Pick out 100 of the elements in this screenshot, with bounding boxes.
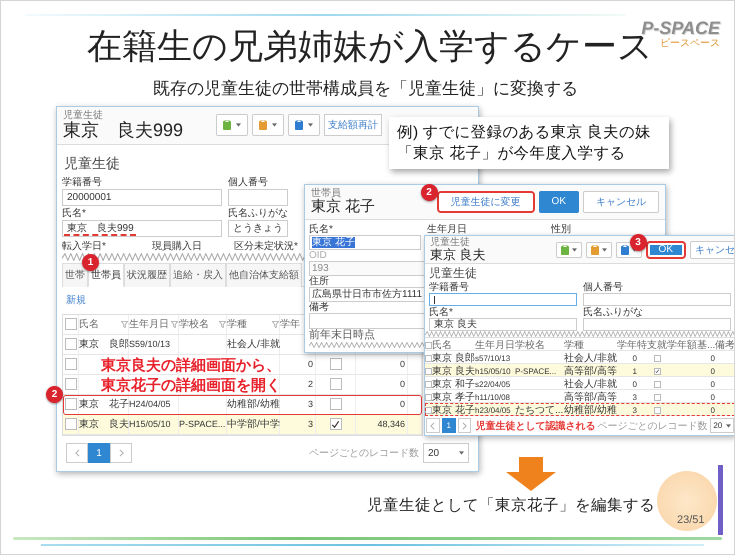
field-label: 備考 [309, 302, 329, 312]
row-checkbox[interactable] [425, 394, 432, 401]
tab[interactable]: 他自治体支給額 [226, 262, 302, 287]
table-cell: 3 [632, 392, 637, 402]
table-cell: h15/05/10 [475, 366, 511, 376]
dialog-button[interactable]: キャンセル [583, 190, 659, 213]
table-cell-text: 中学部/中学 [227, 418, 280, 432]
page-size-select[interactable]: 20 [710, 418, 734, 434]
column-header[interactable]: 学種 [227, 314, 280, 334]
window-caption: 世帯員 [311, 188, 342, 199]
column-header[interactable]: 学種 [564, 338, 584, 352]
table-cell: 0 [710, 380, 715, 389]
caret-icon [236, 123, 241, 128]
row-checkbox[interactable] [64, 358, 76, 370]
checkbox[interactable] [330, 378, 342, 390]
text-field[interactable]: とうきょう [228, 220, 288, 237]
column-header[interactable]: 年額基... [677, 338, 716, 352]
row-checkbox[interactable] [64, 378, 76, 390]
checkbox[interactable] [654, 406, 660, 414]
table-cell-text: 東京 花子 [79, 398, 129, 412]
dropdown-button[interactable] [556, 242, 582, 258]
dialog-button[interactable]: 児童生徒に変更 [436, 190, 535, 213]
window-title: 東京 良夫 [430, 248, 486, 262]
text-field[interactable]: 東京 良夫999 [62, 220, 222, 237]
table-cell-text: 東京 良郎 [79, 338, 129, 352]
row-checkbox[interactable] [425, 354, 432, 362]
row-checkbox[interactable] [425, 380, 432, 388]
filter-icon[interactable] [272, 320, 279, 328]
checkbox[interactable] [654, 354, 660, 362]
ok-button[interactable]: OK [646, 240, 686, 259]
checkbox[interactable] [330, 358, 342, 370]
table-cell: P-SPACE... [515, 366, 556, 376]
page-size-select[interactable]: 20 [423, 443, 469, 463]
text-field[interactable]: 東京 花子 [309, 234, 421, 250]
next-page-button[interactable] [458, 418, 472, 434]
checkbox[interactable] [330, 398, 342, 410]
tab[interactable]: 追給・戻入 [170, 262, 226, 287]
previous-page-button[interactable] [66, 443, 88, 463]
checkbox[interactable] [654, 380, 660, 388]
filter-icon[interactable] [219, 320, 226, 328]
filter-icon[interactable] [171, 320, 178, 328]
field-label: 氏名ふりがな [228, 208, 288, 220]
text-field[interactable] [583, 318, 731, 332]
select-all-checkbox[interactable] [425, 342, 432, 349]
dropdown-button[interactable] [586, 242, 612, 258]
section-title: 児童生徒 [429, 266, 478, 280]
table-cell-text: たちつて... [515, 404, 564, 418]
table-cell: h23/04/05 [475, 406, 511, 415]
column-header[interactable]: 氏名 [432, 338, 452, 352]
table-row[interactable]: 東京 良夫h15/05/10 P-SPACE... 高等部/高等 1 0 [425, 364, 734, 378]
dropdown-button[interactable] [216, 114, 248, 136]
column-header[interactable]: 学年 [617, 338, 637, 352]
column-header[interactable]: 学校名 [179, 314, 227, 334]
field-label: OID [309, 250, 327, 260]
filter-icon[interactable] [121, 320, 128, 328]
column-header[interactable]: 生年月日 [129, 314, 179, 334]
dropdown-button[interactable] [252, 114, 284, 136]
tab[interactable]: 状況履歴 [124, 262, 170, 287]
table-cell: 1 [632, 366, 637, 376]
column-header[interactable]: 生年月日 [475, 338, 515, 352]
logo-subtitle: ピースペース [660, 38, 720, 49]
row-checkbox[interactable] [64, 338, 76, 350]
tab[interactable]: 世帯 [62, 262, 88, 287]
page-button[interactable]: 1 [442, 418, 456, 434]
table-cell-text: 東京 花子 [432, 404, 475, 418]
checkbox[interactable] [330, 418, 342, 430]
caret-icon [308, 123, 313, 128]
checkbox[interactable] [654, 394, 660, 401]
ok-button[interactable]: OK [538, 190, 579, 213]
row-checkbox[interactable] [64, 398, 76, 410]
select-all-checkbox[interactable] [64, 318, 76, 330]
annotation-text: 東京良夫の詳細画面から、 [101, 356, 281, 376]
row-checkbox[interactable] [425, 406, 432, 414]
page-button[interactable]: 1 [88, 443, 110, 463]
table-cell-text: 幼稚部/幼稚 [564, 404, 617, 418]
new-link[interactable]: 新規 [66, 294, 86, 307]
next-page-button[interactable] [110, 443, 132, 463]
row-checkbox[interactable] [64, 418, 76, 430]
text-field[interactable] [228, 188, 288, 206]
row-checkbox[interactable] [425, 368, 432, 375]
text-field[interactable]: 20000001 [62, 188, 222, 206]
dialog-button[interactable]: キャンセ [690, 240, 734, 259]
previous-page-button[interactable] [426, 418, 440, 434]
table-row[interactable]: 東京 和子s22/04/05 社会人/非就 0 0 [425, 377, 734, 390]
table-row[interactable]: 東京 花子h23/04/05 たちつて...幼稚部/幼稚 3 0 [425, 403, 734, 416]
column-header[interactable]: 氏名 [79, 314, 129, 334]
column-header[interactable]: 学校名 [515, 338, 545, 352]
dropdown-button[interactable] [288, 114, 320, 136]
checkbox[interactable] [654, 368, 660, 375]
chevron-right-icon [462, 422, 467, 430]
table-cell: s22/04/05 [475, 380, 510, 389]
table-cell: H24/04/05 [129, 399, 171, 410]
text-field[interactable] [583, 293, 731, 306]
table-row[interactable]: 東京 良夫H15/05/10 P-SPACE... 中学部/中学 3 48,346 [63, 414, 422, 435]
column-header[interactable]: 学年 [280, 317, 300, 332]
table-cell: 0 [400, 379, 405, 390]
text-field[interactable]: 東京 良夫 [429, 318, 577, 332]
column-header[interactable]: 特支就学 [637, 338, 677, 352]
toolbar-button[interactable]: 支給額再計 [324, 114, 382, 136]
text-field[interactable] [429, 293, 577, 306]
